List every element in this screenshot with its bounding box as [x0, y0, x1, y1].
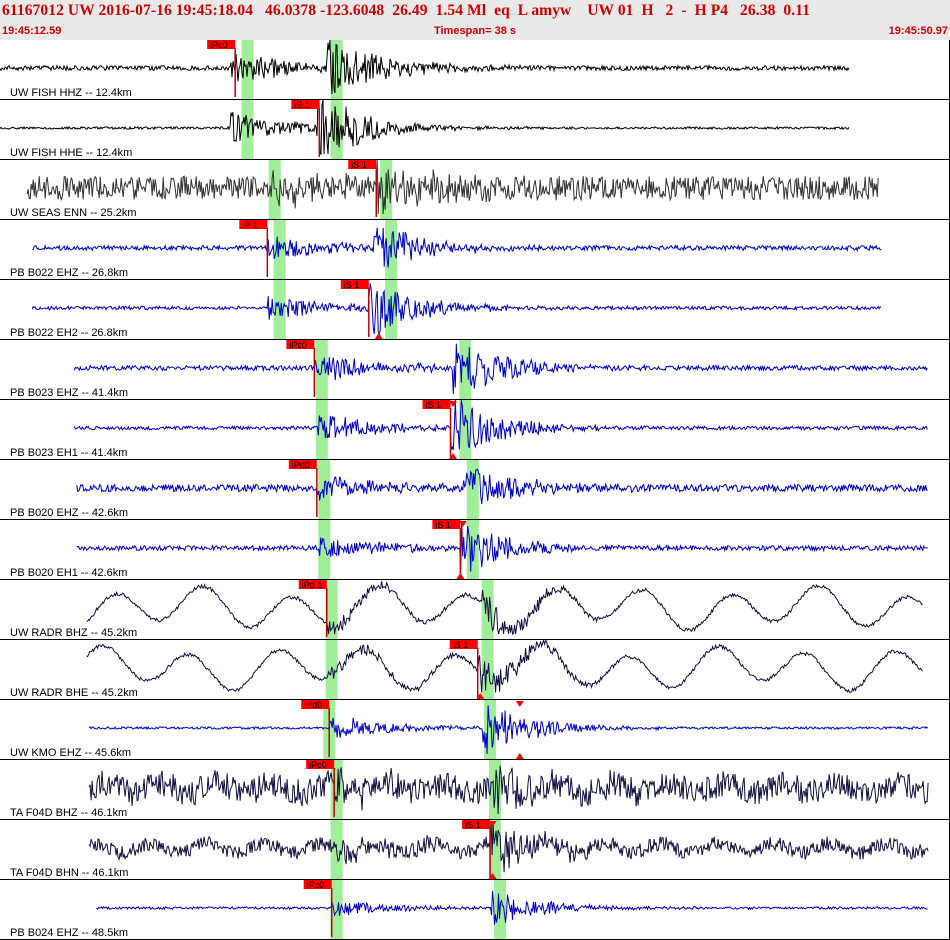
- channel-label: TA F04D BHN -- 46.1km: [10, 867, 128, 879]
- channel-label: PB B022 EHZ -- 26.8km: [10, 267, 128, 279]
- theoretical-arrival-band: [273, 220, 286, 280]
- seismogram-trace: [73, 399, 928, 451]
- channel-label: UW RADR BHZ -- 45.2km: [10, 627, 137, 639]
- phase-pick-label: iS 1: [294, 100, 310, 110]
- seismogram-trace: [76, 468, 928, 505]
- seismogram-trace: [0, 40, 850, 95]
- trace-row: iS 1 UW RADR BHE -- 45.2km: [0, 638, 950, 700]
- phase-pick-label: iP 1: [242, 220, 257, 230]
- trace-row: iPd0 UW KMO EHZ -- 45.6km: [0, 700, 950, 760]
- channel-label: PB B020 EH1 -- 42.6km: [10, 567, 127, 579]
- channel-label: UW SEAS ENN -- 25.2km: [10, 207, 137, 219]
- phase-pick-label: iPc0: [210, 40, 228, 50]
- seismogram-trace: [73, 343, 928, 395]
- trace-row: iS 1 PB B023 EH1 -- 41.4km: [0, 399, 950, 460]
- channel-label: PB B023 EH1 -- 41.4km: [10, 447, 127, 459]
- window-end-time: 19:45:50.97: [888, 25, 948, 37]
- theoretical-arrival-band: [484, 700, 497, 760]
- seismogram-trace: [96, 890, 928, 925]
- polarity-down-marker: [515, 701, 524, 707]
- trace-row: iS 1 UW FISH HHE -- 12.4km: [0, 99, 950, 160]
- trace-row: iPd0 PB B020 EHZ -- 42.6km: [0, 460, 950, 520]
- seismogram-trace: [76, 522, 928, 572]
- event-summary-line: 61167012 UW 2016-07-16 19:45:18.04 46.03…: [2, 2, 811, 19]
- seismogram-trace: [86, 581, 923, 635]
- phase-pick-label: iPc0: [289, 340, 307, 350]
- waveform-panel[interactable]: iPc0 UW FISH HHZ -- 12.4km iS 1 UW FISH HHE…: [0, 40, 950, 940]
- polarity-up-marker: [374, 333, 383, 339]
- channel-label: PB B023 EHZ -- 41.4km: [10, 387, 128, 399]
- channel-label: PB B024 EHZ -- 48.5km: [10, 927, 128, 939]
- seismogram-trace: [31, 283, 882, 336]
- seismogram-trace: [86, 638, 923, 693]
- trace-row: iPc0 PB B024 EHZ -- 48.5km: [0, 880, 950, 940]
- phase-pick-label: iS 1: [435, 520, 451, 530]
- seismogram-trace: [32, 227, 882, 268]
- trace-row: iS 1 PB B020 EH1 -- 42.6km: [0, 520, 950, 580]
- channel-label: PB B022 EH2 -- 26.8km: [10, 327, 127, 339]
- phase-pick-label: iPc0: [307, 880, 325, 890]
- theoretical-arrival-band: [466, 460, 479, 520]
- event-header: 61167012 UW 2016-07-16 19:45:18.04 46.03…: [0, 0, 950, 40]
- channel-label: UW FISH HHZ -- 12.4km: [10, 87, 132, 99]
- channel-label: UW KMO EHZ -- 45.6km: [10, 747, 131, 759]
- phase-pick-label: iPc0: [309, 760, 327, 770]
- polarity-up-marker: [456, 573, 465, 579]
- channel-label: TA F04D BHZ -- 46.1km: [10, 807, 127, 819]
- timespan-label: Timespan= 38 s: [433, 25, 517, 37]
- channel-label: PB B020 EHZ -- 42.6km: [10, 507, 128, 519]
- trace-row: iS 1 PB B022 EH2 -- 26.8km: [0, 280, 950, 340]
- channel-label: UW FISH HHE -- 12.4km: [10, 147, 132, 159]
- theoretical-arrival-band: [325, 580, 338, 640]
- phase-pick-label: iS 1: [453, 640, 469, 650]
- phase-pick-label: iS 1: [465, 820, 481, 830]
- seismogram-trace: [88, 705, 929, 755]
- seismogram-trace: [0, 99, 850, 155]
- trace-row: iPc0 UW FISH HHZ -- 12.4km: [0, 40, 950, 100]
- trace-row: iS 1 UW SEAS ENN -- 25.2km: [0, 159, 950, 220]
- phase-pick-label: iPd0: [304, 700, 322, 710]
- phase-pick-label: iPd 1: [302, 580, 323, 590]
- trace-row: iPc0 TA F04D BHZ -- 46.1km: [0, 760, 950, 820]
- trace-row: iS 1 TA F04D BHN -- 46.1km: [0, 820, 950, 880]
- phase-pick-label: iS 1: [425, 400, 441, 410]
- seismogram-trace: [88, 765, 929, 815]
- seismogram-trace: [26, 159, 879, 215]
- seismogram-trace: [88, 821, 929, 873]
- phase-pick-label: iS 1: [344, 280, 360, 290]
- phase-pick-label: iPd0: [292, 460, 310, 470]
- polarity-up-marker: [515, 753, 524, 759]
- phase-pick-label: iS 1: [351, 160, 367, 170]
- trace-row: iP 1 PB B022 EHZ -- 26.8km: [0, 220, 950, 280]
- trace-row: iPc0 PB B023 EHZ -- 41.4km: [0, 340, 950, 400]
- channel-label: UW RADR BHE -- 45.2km: [10, 687, 138, 699]
- trace-row: iPd 1 UW RADR BHZ -- 45.2km: [0, 580, 950, 640]
